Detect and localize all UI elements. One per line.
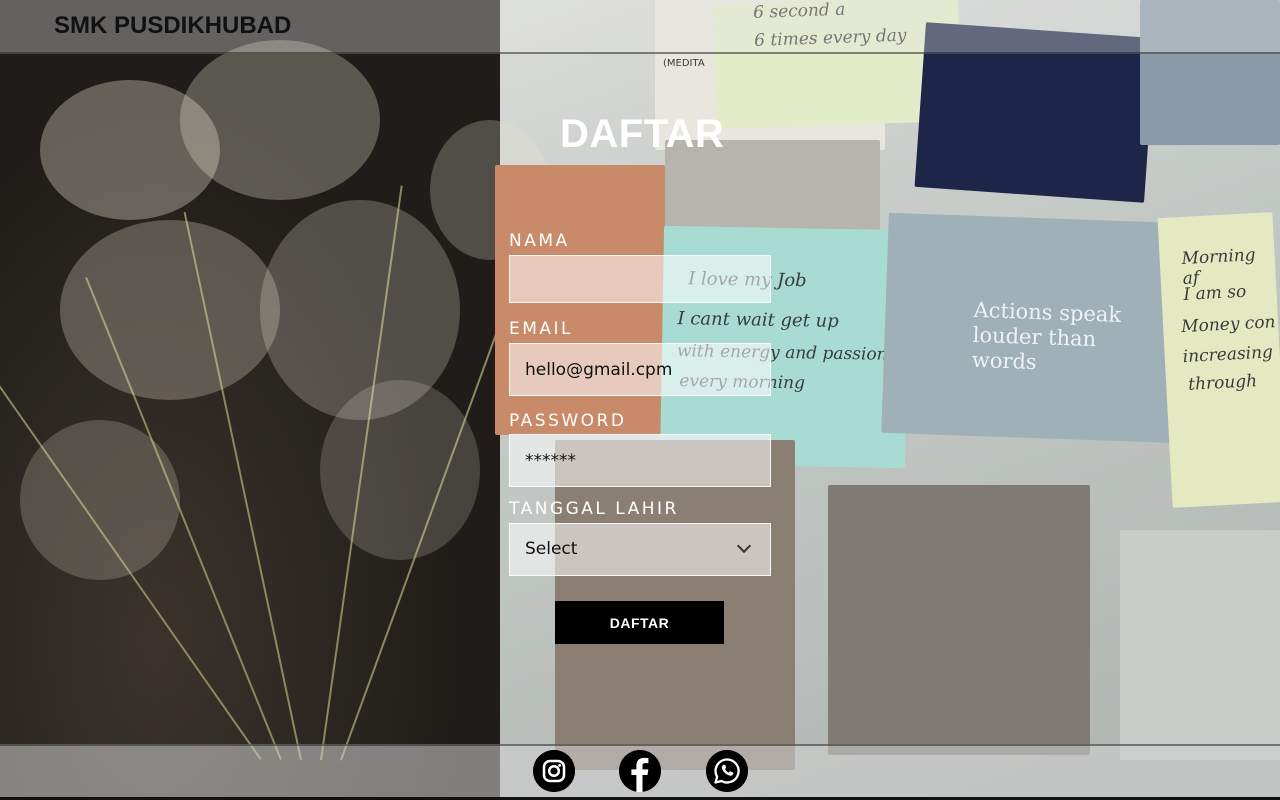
flower-cluster	[20, 420, 180, 580]
site-brand[interactable]: SMK PUSDIKHUBAD	[54, 12, 291, 40]
tanggal-lahir-select[interactable]: Select	[509, 523, 771, 576]
password-input[interactable]	[509, 434, 771, 487]
password-label: PASSWORD	[509, 411, 627, 431]
daftar-button[interactable]: DAFTAR	[555, 601, 724, 644]
note-text: increasing	[1182, 342, 1274, 368]
top-navbar: SMK PUSDIKHUBAD	[0, 0, 1280, 54]
quote-poster: Actions speak louder than words	[881, 212, 1189, 444]
note-text: through	[1187, 371, 1258, 395]
meditation-text: (MEDITA	[663, 58, 705, 69]
flower-cluster	[180, 40, 380, 200]
flower-cluster	[60, 220, 280, 400]
nama-input[interactable]	[509, 255, 771, 303]
footer-bar	[0, 744, 1280, 800]
nama-label: NAMA	[509, 231, 570, 251]
note-text: I cant wait get up	[677, 308, 839, 332]
email-input[interactable]	[509, 343, 771, 396]
note-text: Money con	[1180, 312, 1276, 338]
whatsapp-icon[interactable]	[706, 750, 748, 792]
instagram-icon[interactable]	[533, 750, 575, 792]
select-value: Select	[509, 523, 771, 576]
note-text: I am so	[1183, 281, 1247, 305]
flower-cluster	[320, 380, 480, 560]
form-title: DAFTAR	[560, 112, 725, 156]
facebook-icon[interactable]	[619, 750, 661, 792]
runway-collage-photo	[828, 485, 1090, 755]
tanggal-lahir-label: TANGGAL LAHIR	[509, 499, 679, 519]
dancer-photo	[1120, 530, 1280, 760]
poster-quote: Actions speak louder than words	[971, 297, 1122, 375]
sticky-note-lime: Morning af I am so Money con increasing …	[1157, 212, 1280, 508]
email-label: EMAIL	[509, 319, 574, 339]
